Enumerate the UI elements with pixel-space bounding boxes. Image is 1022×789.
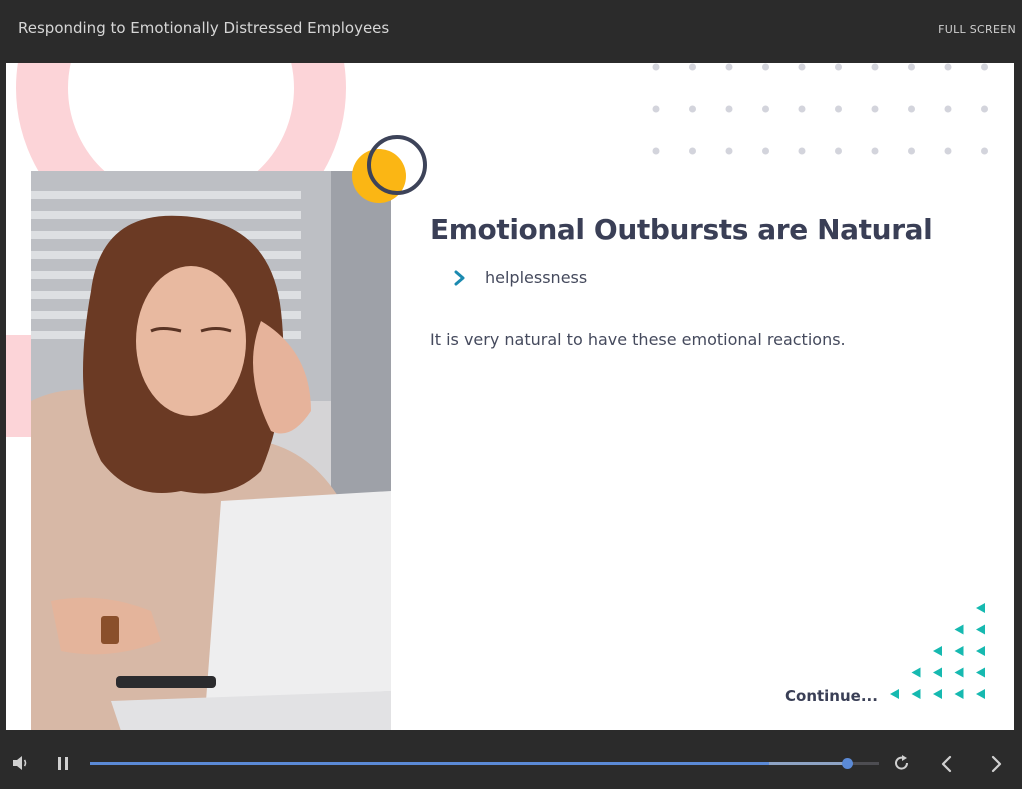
pause-icon[interactable] (57, 756, 69, 771)
slide-canvas: Emotional Outbursts are Natural helpless… (6, 63, 1014, 730)
previous-icon[interactable] (940, 754, 954, 774)
player-header: Responding to Emotionally Distressed Emp… (0, 0, 1022, 62)
decorative-triangles (890, 603, 985, 699)
volume-icon[interactable] (12, 755, 30, 771)
progress-bar[interactable] (90, 758, 879, 769)
next-icon[interactable] (989, 754, 1003, 774)
fullscreen-button[interactable]: FULL SCREEN (938, 23, 1016, 36)
course-title: Responding to Emotionally Distressed Emp… (18, 19, 390, 37)
player-controls (0, 730, 1022, 789)
replay-icon[interactable] (893, 754, 911, 772)
progress-fill (90, 762, 769, 765)
progress-handle[interactable] (842, 758, 854, 769)
